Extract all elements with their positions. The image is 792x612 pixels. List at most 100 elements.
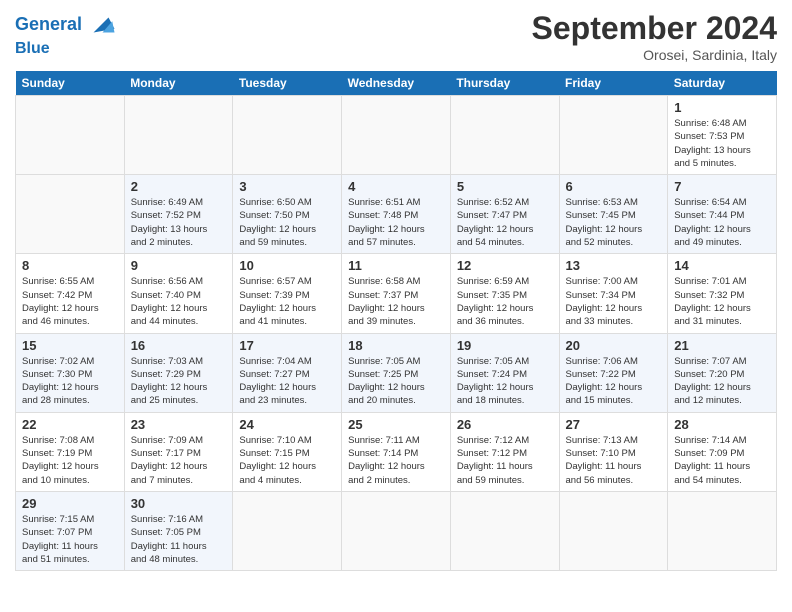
calendar-cell — [233, 96, 342, 175]
day-info: Sunrise: 7:06 AM Sunset: 7:22 PM Dayligh… — [566, 355, 662, 408]
calendar-cell: 22 Sunrise: 7:08 AM Sunset: 7:19 PM Dayli… — [16, 412, 125, 491]
day-info: Sunrise: 6:59 AM Sunset: 7:35 PM Dayligh… — [457, 275, 553, 328]
day-info: Sunrise: 7:05 AM Sunset: 7:24 PM Dayligh… — [457, 355, 553, 408]
day-number: 10 — [239, 258, 335, 273]
calendar-cell: 27 Sunrise: 7:13 AM Sunset: 7:10 PM Dayli… — [559, 412, 668, 491]
day-info: Sunrise: 6:56 AM Sunset: 7:40 PM Dayligh… — [131, 275, 227, 328]
week-row-3: 8 Sunrise: 6:55 AM Sunset: 7:42 PM Daylig… — [16, 254, 777, 333]
day-number: 9 — [131, 258, 227, 273]
calendar-cell: 18 Sunrise: 7:05 AM Sunset: 7:25 PM Dayli… — [342, 333, 451, 412]
day-number: 13 — [566, 258, 662, 273]
calendar-cell: 3Sunrise: 6:50 AM Sunset: 7:50 PM Daylig… — [233, 175, 342, 254]
day-info: Sunrise: 7:14 AM Sunset: 7:09 PM Dayligh… — [674, 434, 770, 487]
logo-subtext: Blue — [15, 40, 50, 58]
day-number: 8 — [22, 258, 118, 273]
logo: General Blue — [15, 10, 116, 58]
day-info: Sunrise: 7:08 AM Sunset: 7:19 PM Dayligh… — [22, 434, 118, 487]
logo-text: General — [15, 15, 82, 35]
calendar-cell — [559, 96, 668, 175]
day-info: Sunrise: 6:58 AM Sunset: 7:37 PM Dayligh… — [348, 275, 444, 328]
calendar-cell: 5Sunrise: 6:52 AM Sunset: 7:47 PM Daylig… — [450, 175, 559, 254]
calendar-cell — [233, 491, 342, 570]
weekday-header-friday: Friday — [559, 71, 668, 96]
day-info: Sunrise: 6:55 AM Sunset: 7:42 PM Dayligh… — [22, 275, 118, 328]
day-number: 14 — [674, 258, 770, 273]
day-info: Sunrise: 7:11 AM Sunset: 7:14 PM Dayligh… — [348, 434, 444, 487]
calendar-cell: 30 Sunrise: 7:16 AM Sunset: 7:05 PM Dayli… — [124, 491, 233, 570]
calendar-cell: 1Sunrise: 6:48 AM Sunset: 7:53 PM Daylig… — [668, 96, 777, 175]
day-number: 18 — [348, 338, 444, 353]
day-info: Sunrise: 7:15 AM Sunset: 7:07 PM Dayligh… — [22, 513, 118, 566]
calendar-cell: 2Sunrise: 6:49 AM Sunset: 7:52 PM Daylig… — [124, 175, 233, 254]
calendar-cell: 12 Sunrise: 6:59 AM Sunset: 7:35 PM Dayli… — [450, 254, 559, 333]
title-block: September 2024 Orosei, Sardinia, Italy — [532, 10, 777, 63]
calendar-cell: 4Sunrise: 6:51 AM Sunset: 7:48 PM Daylig… — [342, 175, 451, 254]
day-info: Sunrise: 7:03 AM Sunset: 7:29 PM Dayligh… — [131, 355, 227, 408]
day-number: 7 — [674, 179, 770, 194]
day-info: Sunrise: 6:52 AM Sunset: 7:47 PM Dayligh… — [457, 196, 553, 249]
month-title: September 2024 — [532, 10, 777, 47]
day-info: Sunrise: 6:51 AM Sunset: 7:48 PM Dayligh… — [348, 196, 444, 249]
calendar-cell: 14Sunrise: 7:01 AM Sunset: 7:32 PM Dayli… — [668, 254, 777, 333]
weekday-header-monday: Monday — [124, 71, 233, 96]
day-number: 1 — [674, 100, 770, 115]
calendar-cell: 23Sunrise: 7:09 AM Sunset: 7:17 PM Dayli… — [124, 412, 233, 491]
week-row-5: 22 Sunrise: 7:08 AM Sunset: 7:19 PM Dayli… — [16, 412, 777, 491]
day-number: 29 — [22, 496, 118, 511]
weekday-header-saturday: Saturday — [668, 71, 777, 96]
weekday-header-sunday: Sunday — [16, 71, 125, 96]
calendar-cell — [342, 491, 451, 570]
calendar-cell: 19 Sunrise: 7:05 AM Sunset: 7:24 PM Dayli… — [450, 333, 559, 412]
calendar-cell: 8 Sunrise: 6:55 AM Sunset: 7:42 PM Daylig… — [16, 254, 125, 333]
calendar-cell: 16 Sunrise: 7:03 AM Sunset: 7:29 PM Dayli… — [124, 333, 233, 412]
day-info: Sunrise: 7:02 AM Sunset: 7:30 PM Dayligh… — [22, 355, 118, 408]
day-info: Sunrise: 7:05 AM Sunset: 7:25 PM Dayligh… — [348, 355, 444, 408]
calendar-cell: 25Sunrise: 7:11 AM Sunset: 7:14 PM Dayli… — [342, 412, 451, 491]
day-info: Sunrise: 6:49 AM Sunset: 7:52 PM Dayligh… — [131, 196, 227, 249]
calendar-cell — [16, 96, 125, 175]
day-number: 6 — [566, 179, 662, 194]
day-number: 27 — [566, 417, 662, 432]
calendar-cell: 10 Sunrise: 6:57 AM Sunset: 7:39 PM Dayli… — [233, 254, 342, 333]
day-info: Sunrise: 6:54 AM Sunset: 7:44 PM Dayligh… — [674, 196, 770, 249]
day-number: 15 — [22, 338, 118, 353]
day-info: Sunrise: 7:16 AM Sunset: 7:05 PM Dayligh… — [131, 513, 227, 566]
calendar-cell — [450, 96, 559, 175]
day-number: 17 — [239, 338, 335, 353]
day-number: 19 — [457, 338, 553, 353]
day-info: Sunrise: 7:07 AM Sunset: 7:20 PM Dayligh… — [674, 355, 770, 408]
weekday-header-row: SundayMondayTuesdayWednesdayThursdayFrid… — [16, 71, 777, 96]
calendar-cell: 9 Sunrise: 6:56 AM Sunset: 7:40 PM Daylig… — [124, 254, 233, 333]
week-row-4: 15 Sunrise: 7:02 AM Sunset: 7:30 PM Dayli… — [16, 333, 777, 412]
day-info: Sunrise: 7:10 AM Sunset: 7:15 PM Dayligh… — [239, 434, 335, 487]
day-number: 26 — [457, 417, 553, 432]
day-number: 30 — [131, 496, 227, 511]
day-number: 21 — [674, 338, 770, 353]
calendar-cell — [450, 491, 559, 570]
day-number: 20 — [566, 338, 662, 353]
day-info: Sunrise: 7:04 AM Sunset: 7:27 PM Dayligh… — [239, 355, 335, 408]
calendar-cell: 15 Sunrise: 7:02 AM Sunset: 7:30 PM Dayli… — [16, 333, 125, 412]
calendar-table: SundayMondayTuesdayWednesdayThursdayFrid… — [15, 71, 777, 571]
week-row-1: 1Sunrise: 6:48 AM Sunset: 7:53 PM Daylig… — [16, 96, 777, 175]
calendar-cell: 21 Sunrise: 7:07 AM Sunset: 7:20 PM Dayli… — [668, 333, 777, 412]
header: General Blue September 2024 Orosei, Sard… — [15, 10, 777, 63]
calendar-cell — [559, 491, 668, 570]
calendar-cell: 24 Sunrise: 7:10 AM Sunset: 7:15 PM Dayli… — [233, 412, 342, 491]
day-number: 24 — [239, 417, 335, 432]
day-number: 22 — [22, 417, 118, 432]
location: Orosei, Sardinia, Italy — [532, 47, 777, 63]
day-number: 12 — [457, 258, 553, 273]
day-number: 16 — [131, 338, 227, 353]
calendar-cell: 29 Sunrise: 7:15 AM Sunset: 7:07 PM Dayli… — [16, 491, 125, 570]
day-info: Sunrise: 6:50 AM Sunset: 7:50 PM Dayligh… — [239, 196, 335, 249]
day-info: Sunrise: 7:00 AM Sunset: 7:34 PM Dayligh… — [566, 275, 662, 328]
calendar-cell — [342, 96, 451, 175]
calendar-cell: 7 Sunrise: 6:54 AM Sunset: 7:44 PM Daylig… — [668, 175, 777, 254]
calendar-cell: 6Sunrise: 6:53 AM Sunset: 7:45 PM Daylig… — [559, 175, 668, 254]
day-info: Sunrise: 7:13 AM Sunset: 7:10 PM Dayligh… — [566, 434, 662, 487]
week-row-6: 29 Sunrise: 7:15 AM Sunset: 7:07 PM Dayli… — [16, 491, 777, 570]
calendar-page: General Blue September 2024 Orosei, Sard… — [0, 0, 792, 581]
logo-icon — [86, 10, 116, 40]
day-info: Sunrise: 6:57 AM Sunset: 7:39 PM Dayligh… — [239, 275, 335, 328]
